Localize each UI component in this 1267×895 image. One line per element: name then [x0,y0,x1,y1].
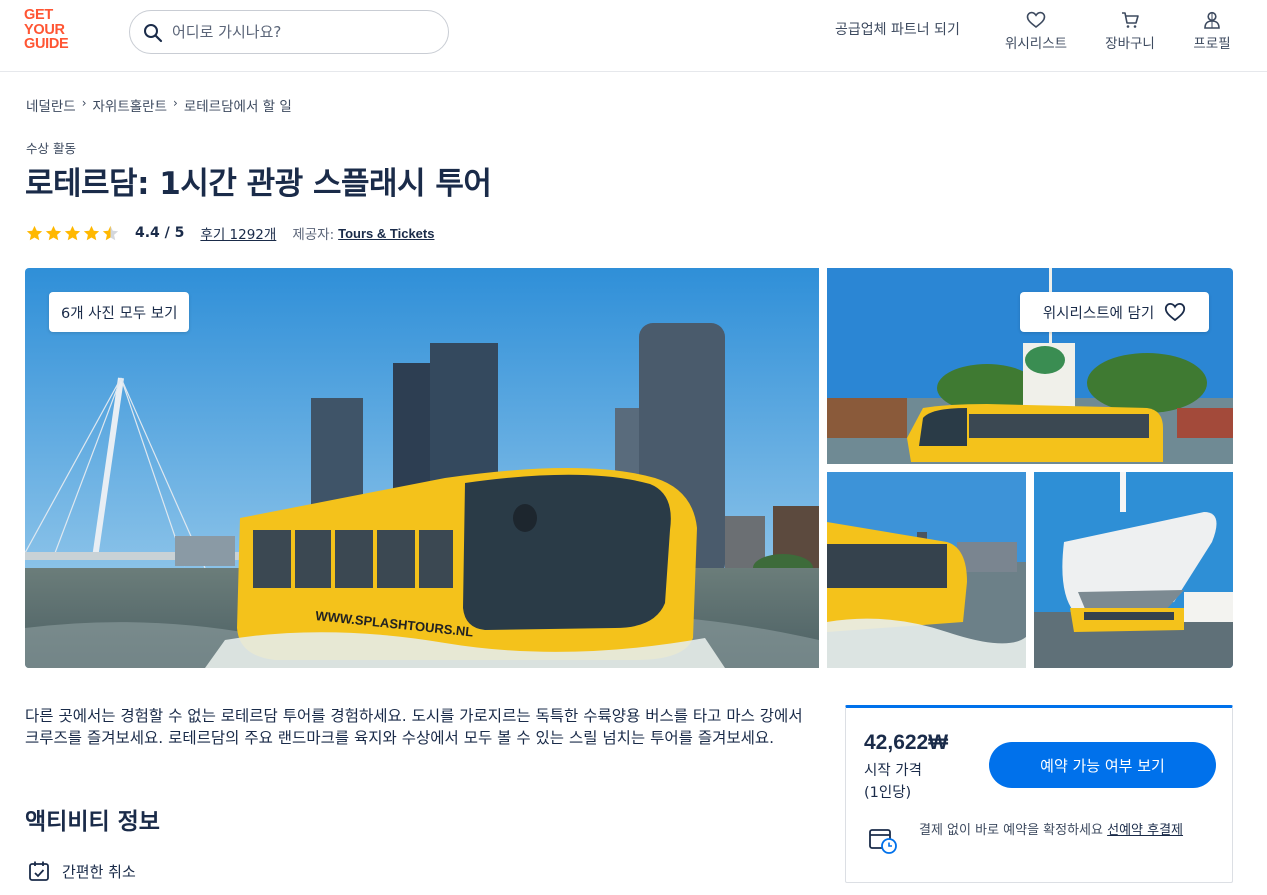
chevron-right-icon: › [173,96,178,110]
activity-category: 수상 활동 [26,141,76,156]
site-header: GET YOUR GUIDE 공급업체 파트너 되기 위시리스트 장바구니 프로… [0,0,1267,72]
rating-row: 4.4 / 5 후기 1292개 제공자: Tours & Tickets [26,222,434,244]
add-to-wishlist-label: 위시리스트에 담기 [1042,305,1155,322]
star-icon [45,225,62,240]
supplier-partner-link[interactable]: 공급업체 파트너 되기 [835,19,960,39]
star-rating [26,225,119,242]
provider-link[interactable]: Tours & Tickets [338,226,434,241]
breadcrumb-rotterdam-things-to-do[interactable]: 로테르담에서 할 일 [184,95,292,115]
provider-label: 제공자: [292,227,335,243]
nav-cart[interactable]: 장바구니 [1100,11,1160,52]
cart-icon [1122,12,1139,28]
chevron-right-icon: › [81,96,87,110]
price-per-person: (1인당) [864,785,912,801]
nav-profile-label: 프로필 [1193,36,1231,52]
heart-icon [1165,302,1186,322]
feature-free-cancellation: 간편한 취소 [28,860,136,882]
photo-thumbnail-4[interactable] [1034,472,1233,668]
calendar-clock-icon [869,829,897,854]
breadcrumb-netherlands[interactable]: 네덜란드 [26,95,76,115]
feature-label: 간편한 취소 [62,862,136,881]
booking-card: 42,622₩ 시작 가격 (1인당) 예약 가능 여부 보기 결제 없이 바로… [845,705,1233,883]
view-all-photos-button[interactable]: 6개 사진 모두 보기 [49,292,190,332]
page-title: 로테르담: 1시간 관광 스플래시 투어 [25,166,492,202]
nav-profile[interactable]: 프로필 [1188,11,1236,52]
nav-cart-label: 장바구니 [1105,36,1155,52]
photo-thumbnail-3[interactable] [827,472,1026,668]
search-input[interactable] [172,11,442,53]
getyourguide-logo[interactable]: GET YOUR GUIDE [24,8,84,58]
heart-icon [1026,11,1046,29]
profile-icon [1204,11,1220,29]
rating-value: 4.4 / 5 [135,225,185,241]
half-star-icon [102,225,119,240]
calendar-check-icon [29,861,49,881]
star-icon [83,225,100,240]
activity-info-title: 액티비티 정보 [25,809,160,835]
reserve-now-pay-later: 결제 없이 바로 예약을 확정하세요 선예약 후결제 [919,820,1219,841]
reviews-link[interactable]: 후기 1292개 [200,223,276,243]
search-icon [144,24,163,43]
star-icon [26,225,43,240]
reserve-text: 결제 없이 바로 예약을 확정하세요 [919,823,1103,838]
breadcrumb: 네덜란드 › 자위트홀란트 › 로테르담에서 할 일 [26,95,292,115]
activity-description: 다른 곳에서는 경험할 수 없는 로테르담 투어를 경험하세요. 도시를 가로지… [25,707,803,747]
logo-line-2: YOUR [24,21,65,38]
nav-wishlist[interactable]: 위시리스트 [1000,11,1072,52]
add-to-wishlist-button[interactable]: 위시리스트에 담기 [1020,292,1209,332]
star-icon [64,225,81,240]
price-value: 42,622₩ [864,731,949,754]
nav-wishlist-label: 위시리스트 [1004,36,1068,52]
check-availability-button[interactable]: 예약 가능 여부 보기 [989,742,1216,788]
reserve-now-pay-later-link[interactable]: 선예약 후결제 [1107,823,1183,838]
search-box[interactable] [129,10,449,54]
price-from-label: 시작 가격 [864,763,922,779]
logo-line-1: GET [24,7,53,23]
breadcrumb-south-holland[interactable]: 자위트홀란트 [93,95,168,115]
logo-line-3: GUIDE [24,36,69,52]
